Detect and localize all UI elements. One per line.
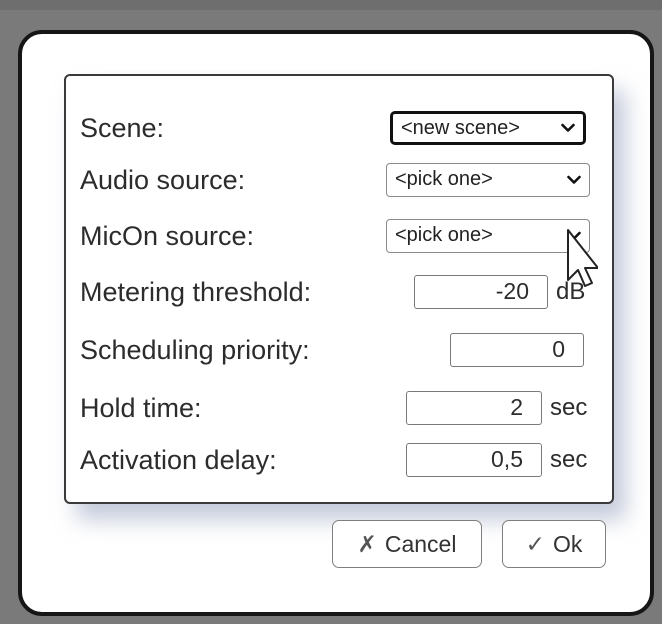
scene-select[interactable]: <new scene>	[390, 111, 586, 145]
hold-time-input[interactable]: 2	[406, 391, 542, 425]
hold-time-unit: sec	[550, 394, 588, 421]
hold-time-row: Hold time: 2 sec	[66, 386, 612, 430]
activation-delay-label: Activation delay:	[80, 445, 277, 475]
scheduling-priority-input[interactable]: 0	[450, 333, 584, 367]
mouse-pointer-icon	[567, 229, 598, 287]
cross-icon: ✗	[357, 530, 377, 557]
ok-button[interactable]: ✓ Ok	[502, 520, 606, 568]
check-icon: ✓	[525, 530, 545, 557]
hold-time-label: Hold time:	[80, 393, 202, 423]
scene-label: Scene:	[80, 113, 165, 143]
scene-dialog: Scene: <new scene> Audio source: <pick o…	[18, 30, 654, 616]
metering-threshold-input[interactable]: -20	[414, 275, 548, 309]
metering-threshold-label: Metering threshold:	[80, 277, 312, 307]
scheduling-priority-row: Scheduling priority: 0	[66, 328, 612, 372]
activation-delay-row: Activation delay: 0,5 sec	[66, 438, 612, 482]
scene-row: Scene: <new scene>	[66, 106, 612, 150]
scheduling-priority-label: Scheduling priority:	[80, 335, 310, 365]
micon-source-label: MicOn source:	[80, 221, 255, 251]
audio-source-label: Audio source:	[80, 165, 246, 195]
scene-select-value: <new scene>	[401, 117, 520, 139]
micon-source-select-value: <pick one>	[395, 224, 493, 246]
settings-panel: Scene: <new scene> Audio source: <pick o…	[64, 74, 614, 504]
ok-button-label: Ok	[552, 530, 583, 557]
micon-source-row: MicOn source: <pick one>	[66, 214, 612, 258]
audio-source-select-value: <pick one>	[395, 168, 493, 190]
audio-source-row: Audio source: <pick one>	[66, 158, 612, 202]
audio-source-select[interactable]: <pick one>	[386, 163, 590, 197]
metering-threshold-row: Metering threshold: -20 dB	[66, 270, 612, 314]
backdrop	[0, 0, 662, 10]
activation-delay-input[interactable]: 0,5	[406, 443, 542, 477]
activation-delay-unit: sec	[550, 446, 588, 473]
chevron-down-icon	[567, 164, 581, 196]
cancel-button[interactable]: ✗ Cancel	[332, 520, 482, 568]
chevron-down-icon	[561, 114, 575, 142]
cancel-button-label: Cancel	[384, 530, 457, 557]
